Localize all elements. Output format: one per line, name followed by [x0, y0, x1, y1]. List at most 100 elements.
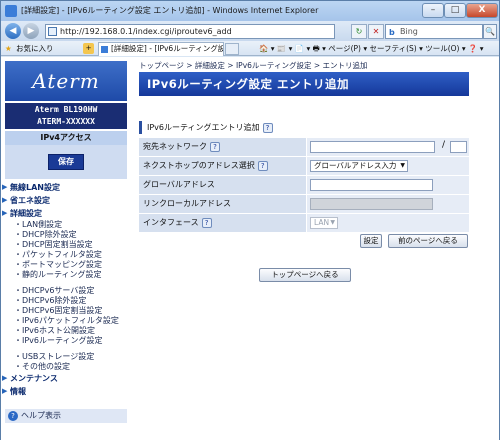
linklocal-address-cell	[307, 195, 469, 213]
forward-button[interactable]: ▶	[23, 23, 39, 39]
sidebar-item[interactable]: ・IPv6ルーティング設定	[1, 336, 129, 346]
tab-title: [詳細設定] - [IPv6ルーティング設定...	[111, 44, 224, 53]
sidebar-section[interactable]: ▶ 情報	[1, 385, 129, 398]
global-address-input[interactable]	[310, 179, 433, 191]
section-arrow-icon: ▶	[2, 183, 8, 191]
help-icon[interactable]: ?	[257, 160, 268, 171]
url-text: http://192.168.0.1/index.cgi/iproutev6_a…	[60, 27, 232, 36]
prefix-length-input[interactable]	[450, 141, 467, 153]
model-name: Aterm BL190HW	[34, 105, 98, 114]
star-icon[interactable]: ★	[5, 41, 12, 56]
sidebar-item[interactable]: ・その他の設定	[1, 362, 129, 372]
sidebar-item[interactable]: ・LAN側設定	[1, 220, 129, 230]
page-title: IPv6ルーティング設定 エントリ追加	[139, 72, 469, 96]
nexthop-cell: グローバルアドレス入力 ▼	[307, 157, 469, 175]
help-label: ヘルプ表示	[21, 411, 61, 420]
dropdown-arrow-icon: ▼	[330, 219, 335, 226]
interface-label: インタフェース?	[139, 214, 306, 232]
model-box: Aterm BL190HW ATERM-XXXXXX	[5, 103, 127, 129]
destination-label: 宛先ネットワーク?	[139, 138, 306, 156]
search-button[interactable]: 🔍	[483, 24, 497, 39]
search-input[interactable]: b Bing	[385, 24, 483, 39]
nexthop-select[interactable]: グローバルアドレス入力 ▼	[310, 160, 408, 172]
destination-network-input[interactable]	[310, 141, 435, 153]
interface-cell: LAN ▼	[307, 214, 469, 232]
browser-tab[interactable]: [詳細設定] - [IPv6ルーティング設定...	[98, 42, 224, 56]
minimize-button[interactable]: –	[422, 3, 444, 18]
sidebar-section[interactable]: ▶ 詳細設定	[1, 207, 129, 220]
set-button[interactable]: 設定	[360, 234, 382, 248]
sidebar-item[interactable]: ・DHCPv6サーバ設定	[1, 286, 129, 296]
save-button[interactable]: 保存	[48, 154, 84, 170]
form-table: 宛先ネットワーク? / ネクストホップのアドレス選択? グローバルアドレス入力 ▼…	[139, 138, 469, 233]
address-bar: ◀ ▶ http://192.168.0.1/index.cgi/iproute…	[1, 21, 499, 41]
section-title-text: IPv6ルーティングエントリ追加	[147, 123, 260, 132]
row-global-address: グローバルアドレス	[139, 176, 469, 194]
add-favorite-icon[interactable]: +	[83, 43, 94, 54]
help-icon[interactable]: ?	[210, 141, 220, 152]
sidebar-section-label: 詳細設定	[10, 209, 42, 218]
row-linklocal-address: リンクローカルアドレス	[139, 195, 469, 213]
sidebar-item[interactable]: ・ポートマッピング設定	[1, 260, 129, 270]
sidebar-item[interactable]: ・DHCPv6除外設定	[1, 296, 129, 306]
favorites-button[interactable]: お気に入り	[16, 41, 54, 56]
sidebar-item[interactable]: ・静的ルーティング設定	[1, 270, 129, 280]
ie-icon	[5, 5, 17, 17]
linklocal-address-input	[310, 198, 433, 210]
help-icon: ?	[8, 411, 18, 421]
stop-button[interactable]: ✕	[368, 24, 384, 39]
global-address-cell	[307, 176, 469, 194]
row-destination: 宛先ネットワーク? /	[139, 138, 469, 156]
sidebar-item[interactable]: ・IPv6パケットフィルタ設定	[1, 316, 129, 326]
bing-icon: b	[389, 28, 395, 37]
section-arrow-icon: ▶	[2, 374, 8, 382]
main-content: トップページ > 詳細設定 > IPv6ルーティング設定 > エントリ追加 IP…	[131, 57, 499, 440]
close-button[interactable]: X	[466, 3, 498, 18]
sidebar-item[interactable]: ・パケットフィルタ設定	[1, 250, 129, 260]
back-to-previous-button[interactable]: 前のページへ戻る	[388, 234, 468, 248]
aterm-logo: Aterm	[5, 61, 127, 101]
row-nexthop-select: ネクストホップのアドレス選択? グローバルアドレス入力 ▼	[139, 157, 469, 175]
title-bar: [詳細設定] - [IPv6ルーティング設定 エントリ追加] - Windows…	[1, 1, 499, 21]
sidebar-section-label: 情報	[10, 387, 26, 396]
nexthop-label: ネクストホップのアドレス選択?	[139, 157, 306, 175]
destination-label-text: 宛先ネットワーク	[143, 142, 207, 151]
sidebar-section-label: メンテナンス	[10, 374, 58, 383]
help-link[interactable]: ? ヘルプ表示	[5, 409, 127, 423]
refresh-button[interactable]: ↻	[351, 24, 367, 39]
global-address-label: グローバルアドレス	[139, 176, 306, 194]
sidebar-section[interactable]: ▶ メンテナンス	[1, 372, 129, 385]
sidebar-item[interactable]: ・DHCP除外設定	[1, 230, 129, 240]
sidebar-nav: ▶ 無線LAN設定 ▶ 省エネ設定 ▶ 詳細設定 ・LAN側設定 ・DHCP除外設定 ・DHCP…	[1, 181, 129, 398]
sidebar-item[interactable]: ・DHCP固定割当設定	[1, 240, 129, 250]
back-button[interactable]: ◀	[5, 23, 21, 39]
device-id: ATERM-XXXXXX	[37, 117, 95, 126]
sidebar-section-label: 無線LAN設定	[10, 183, 60, 192]
maximize-button[interactable]: □	[444, 3, 466, 18]
search-placeholder: Bing	[400, 27, 418, 36]
sidebar-item[interactable]: ・DHCPv6固定割当設定	[1, 306, 129, 316]
dropdown-arrow-icon: ▼	[400, 162, 405, 169]
row-interface: インタフェース? LAN ▼	[139, 214, 469, 232]
sidebar-item[interactable]: ・USBストレージ設定	[1, 352, 129, 362]
new-tab-button[interactable]	[225, 43, 239, 55]
interface-label-text: インタフェース	[143, 218, 199, 227]
ipv4-access-label: IPv4アクセス	[5, 131, 127, 145]
url-input[interactable]: http://192.168.0.1/index.cgi/iproutev6_a…	[45, 24, 335, 39]
interface-select-value: LAN	[314, 218, 330, 227]
sidebar-section[interactable]: ▶ 無線LAN設定	[1, 181, 129, 194]
save-area: 保存	[5, 145, 127, 179]
browser-window: [詳細設定] - [IPv6ルーティング設定 エントリ追加] - Windows…	[0, 0, 500, 440]
slash-separator: /	[442, 140, 446, 150]
command-bar[interactable]: 🏠 ▾ 📰 ▾ 📄 ▾ 🖶 ▾ ページ(P) ▾ セーフティ(S) ▾ ツール(…	[259, 41, 484, 56]
help-icon[interactable]: ?	[201, 217, 212, 228]
sidebar-section-label: 省エネ設定	[10, 196, 50, 205]
linklocal-address-label: リンクローカルアドレス	[139, 195, 306, 213]
sidebar-item[interactable]: ・IPv6ホスト公開設定	[1, 326, 129, 336]
back-to-top-button[interactable]: トップページへ戻る	[259, 268, 351, 282]
section-arrow-icon: ▶	[2, 387, 8, 395]
help-icon[interactable]: ?	[262, 122, 273, 133]
sidebar: Aterm Aterm BL190HW ATERM-XXXXXX IPv4アクセ…	[1, 57, 129, 440]
breadcrumb[interactable]: トップページ > 詳細設定 > IPv6ルーティング設定 > エントリ追加	[139, 60, 368, 71]
sidebar-section[interactable]: ▶ 省エネ設定	[1, 194, 129, 207]
